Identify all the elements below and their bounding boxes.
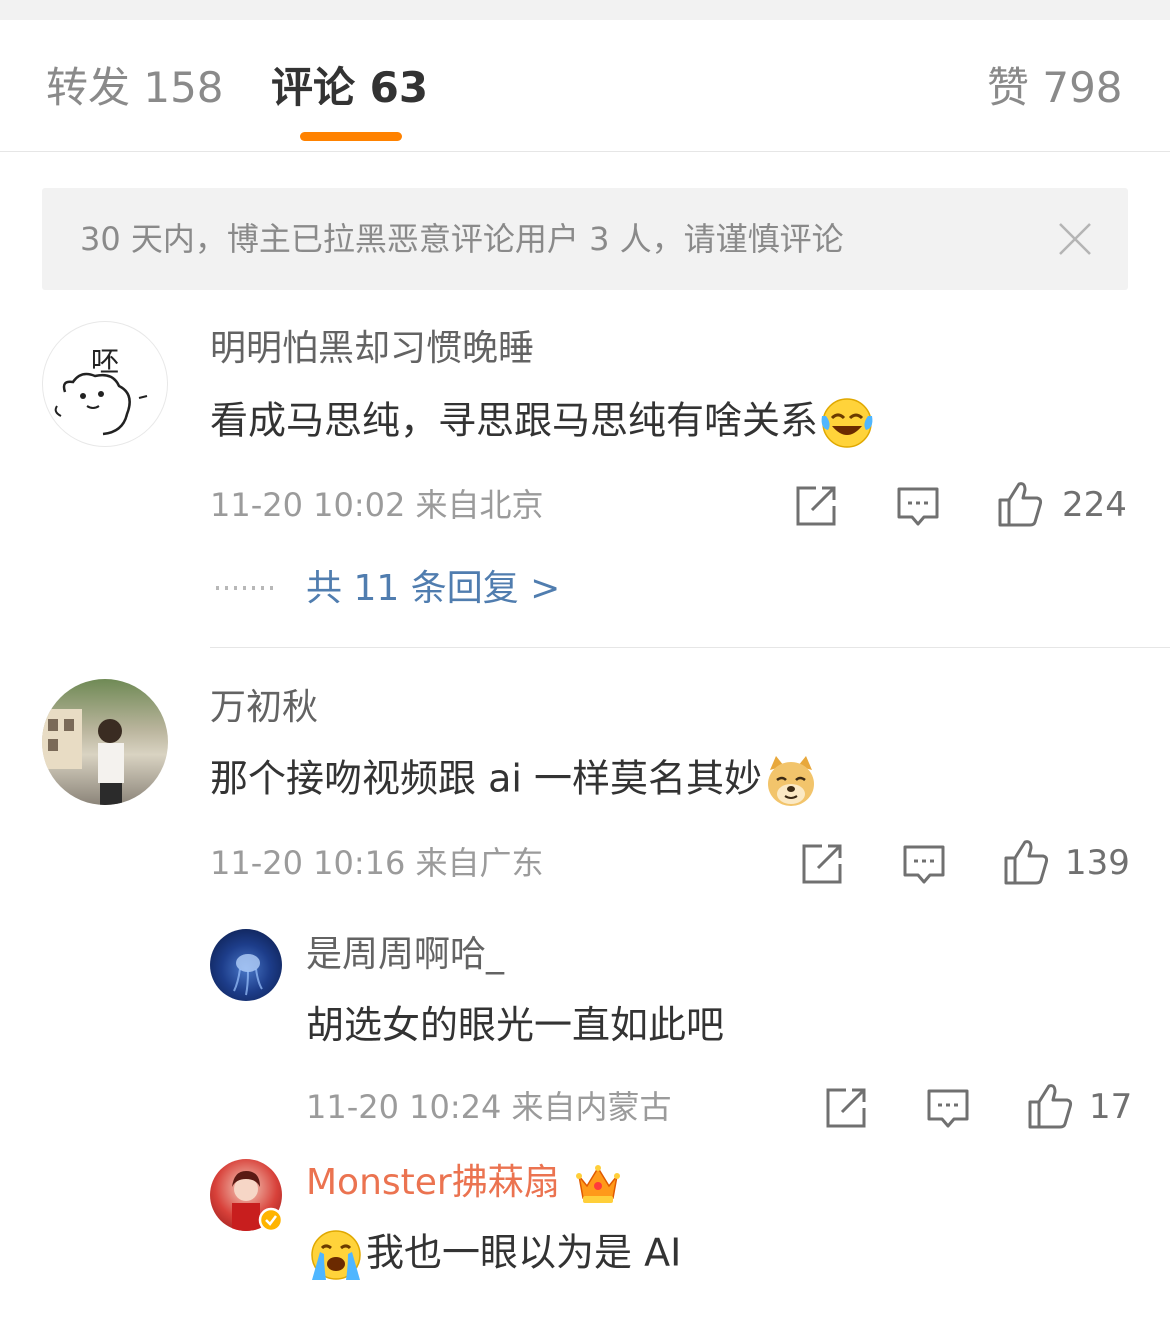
reply-text: 我也一眼以为是 AI <box>306 1226 681 1284</box>
laughing-tears-emoji <box>821 398 873 448</box>
tab-comments[interactable]: 评论 63 <box>271 62 428 114</box>
comment-timestamp: 11-20 10:02 来自北京 <box>210 486 544 524</box>
reply-username-text: Monster拂菻扇 <box>306 1162 560 1203</box>
notice-text: 30 天内，博主已拉黑恶意评论用户 3 人，请谨慎评论 <box>80 220 844 258</box>
avatar[interactable] <box>42 679 168 805</box>
comment-text: 那个接吻视频跟 ai 一样莫名其妙 <box>210 752 820 810</box>
comment-icon[interactable] <box>926 1086 970 1130</box>
comment-text-body: 看成马思纯，寻思跟马思纯有啥关系 <box>210 398 819 443</box>
verified-badge-icon <box>258 1207 284 1233</box>
comment-username[interactable]: 万初秋 <box>210 685 318 731</box>
tab-bar: 转发 158 评论 63 赞 798 <box>0 20 1170 152</box>
doge-emoji <box>768 756 815 806</box>
active-tab-indicator <box>300 132 402 141</box>
share-icon[interactable] <box>794 484 838 528</box>
comment-text: 看成马思纯，寻思跟马思纯有啥关系 <box>210 394 876 452</box>
reply-username[interactable]: 是周周啊哈_ <box>306 932 504 978</box>
thumbs-up-icon[interactable] <box>1003 838 1049 886</box>
reply-timestamp: 11-20 10:24 来自内蒙古 <box>306 1088 672 1126</box>
crown-badge-icon <box>576 1165 621 1203</box>
avatar[interactable]: 呸 <box>42 321 168 447</box>
tab-likes[interactable]: 赞 798 <box>987 62 1123 114</box>
like-count: 17 <box>1089 1087 1133 1127</box>
jellyfish-photo-icon <box>233 954 263 996</box>
comment-icon[interactable] <box>902 842 946 886</box>
comment-username[interactable]: 明明怕黑却习惯晚睡 <box>210 326 534 372</box>
fade-overlay <box>890 1250 1170 1318</box>
reply-username[interactable]: Monster拂菻扇 <box>306 1160 621 1206</box>
reply-text-body: 我也一眼以为是 AI <box>366 1230 682 1275</box>
like-count: 139 <box>1065 843 1130 883</box>
crying-emoji <box>311 1230 361 1280</box>
thumbs-up-icon[interactable] <box>1027 1082 1073 1130</box>
divider <box>210 647 1170 648</box>
like-count: 224 <box>1062 485 1127 525</box>
status-strip <box>0 0 1170 20</box>
notice-banner: 30 天内，博主已拉黑恶意评论用户 3 人，请谨慎评论 <box>42 188 1128 290</box>
thumbs-up-icon[interactable] <box>997 480 1043 528</box>
share-icon[interactable] <box>824 1086 868 1130</box>
view-replies-link[interactable]: 共 11 条回复 > <box>306 566 560 612</box>
comment-icon[interactable] <box>896 484 940 528</box>
comment-text-body: 那个接吻视频跟 ai 一样莫名其妙 <box>210 756 763 801</box>
tab-repost[interactable]: 转发 158 <box>46 62 224 114</box>
dotted-separator <box>216 586 276 590</box>
person-photo-icon <box>42 709 124 805</box>
reply-text: 胡选女的眼光一直如此吧 <box>306 1003 725 1047</box>
share-icon[interactable] <box>800 842 844 886</box>
close-icon[interactable] <box>1058 222 1092 256</box>
avatar-text: 呸 <box>91 345 120 378</box>
comment-timestamp: 11-20 10:16 来自广东 <box>210 844 544 882</box>
avatar[interactable] <box>210 929 282 1001</box>
